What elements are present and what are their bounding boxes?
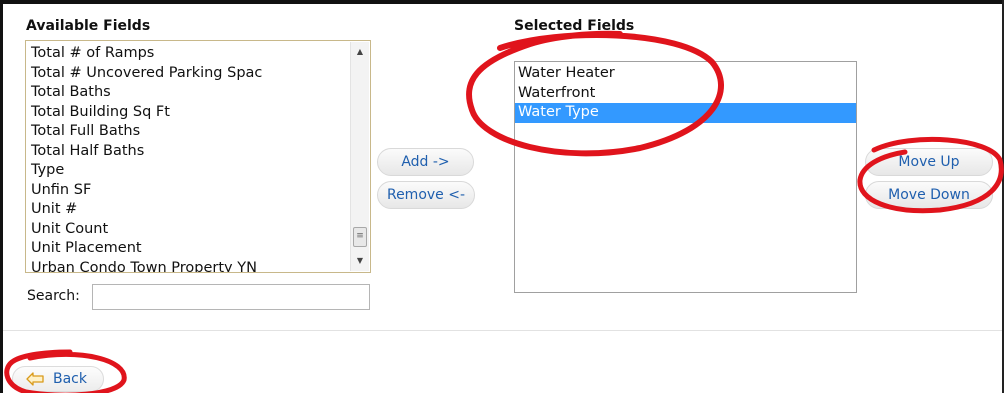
available-fields-items: Total # of Ramps Total # Uncovered Parki… [28,44,350,273]
list-item[interactable]: Total Building Sq Ft [28,103,350,123]
list-item[interactable]: Unfin SF [28,181,350,201]
list-item[interactable]: Total Half Baths [28,142,350,162]
available-fields-label: Available Fields [26,18,151,34]
remove-button[interactable]: Remove <- [377,181,475,209]
move-down-button[interactable]: Move Down [865,181,993,209]
list-item[interactable]: Total # Uncovered Parking Spac [28,64,350,84]
list-item[interactable]: Unit Count [28,220,350,240]
list-item[interactable]: Type [28,161,350,181]
window-top-border [0,0,1004,4]
list-item[interactable]: Total Baths [28,83,350,103]
list-item[interactable]: Water Heater [515,64,856,84]
list-item[interactable]: Waterfront [515,84,856,104]
chevron-down-icon[interactable]: ▼ [351,253,369,269]
selected-fields-items: Water Heater Waterfront Water Type [515,64,856,123]
selected-fields-label: Selected Fields [514,18,635,34]
scroll-thumb[interactable]: ≡ [353,227,367,247]
list-item[interactable]: Total Full Baths [28,122,350,142]
back-label: Back [53,371,87,387]
back-button[interactable]: Back [12,366,104,392]
list-item[interactable]: Unit # [28,200,350,220]
list-item[interactable]: Unit Placement [28,239,350,259]
arrow-left-icon [26,372,44,386]
move-up-button[interactable]: Move Up [865,148,993,176]
search-label: Search: [27,288,80,304]
divider [3,330,1002,331]
list-item-selected[interactable]: Water Type [515,103,856,123]
available-scrollbar[interactable]: ▲ ≡ ▼ [350,42,369,271]
chevron-up-icon[interactable]: ▲ [351,44,369,60]
list-item[interactable]: Urban Condo Town Property YN [28,259,350,273]
list-item[interactable]: Total # of Ramps [28,44,350,64]
available-fields-listbox[interactable]: Total # of Ramps Total # Uncovered Parki… [25,40,371,273]
window-left-border [0,0,3,393]
search-input[interactable] [92,284,370,310]
add-button[interactable]: Add -> [377,148,474,176]
selected-fields-listbox[interactable]: Water Heater Waterfront Water Type [514,61,857,293]
